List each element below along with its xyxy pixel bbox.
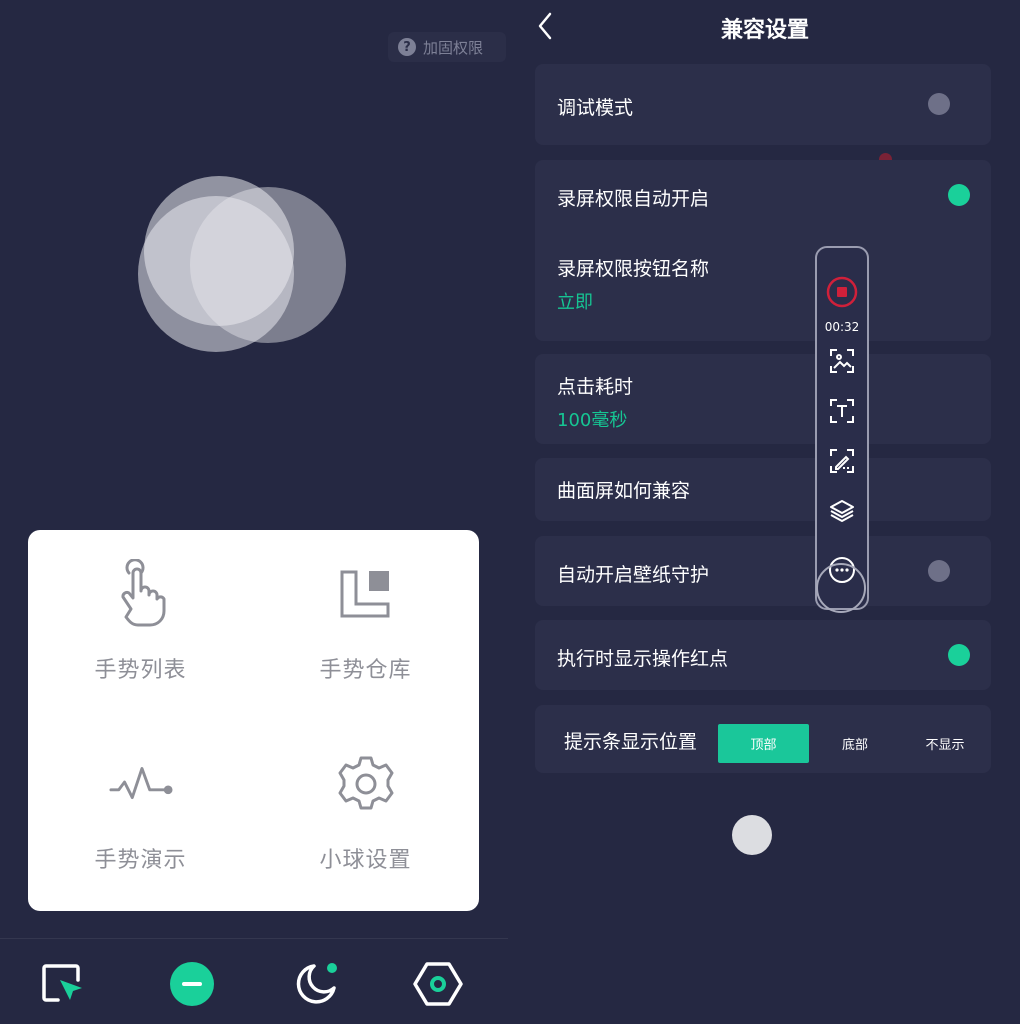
tab-settings[interactable] xyxy=(410,956,466,1012)
wallpaper-guard-label: 自动开启壁纸守护 xyxy=(557,564,710,586)
screen-record-group: 录屏权限自动开启 录屏权限按钮名称 立即 xyxy=(535,160,991,341)
show-red-dot-row[interactable]: 执行时显示操作红点 xyxy=(535,620,991,690)
stop-record-icon xyxy=(826,276,858,308)
screen-record-button-name-value: 立即 xyxy=(557,292,593,313)
hint-option-bottom[interactable]: 底部 xyxy=(811,724,899,763)
menu-gesture-list-label: 手势列表 xyxy=(94,658,187,683)
menu-ball-settings[interactable]: 小球设置 xyxy=(253,720,478,910)
edit-scan-icon xyxy=(830,449,854,473)
gear-icon xyxy=(334,748,398,820)
screen-record-button-name-row[interactable]: 录屏权限按钮名称 立即 xyxy=(535,240,991,330)
hint-bar-position-label: 提示条显示位置 xyxy=(564,731,698,753)
layers-icon xyxy=(830,500,854,522)
minus-circle-icon xyxy=(170,962,214,1006)
layers-button[interactable] xyxy=(817,498,867,524)
screen-record-auto-row[interactable]: 录屏权限自动开启 xyxy=(535,160,991,230)
hexagon-icon xyxy=(413,962,463,1006)
debug-mode-row[interactable]: 调试模式 xyxy=(535,64,991,145)
feature-menu-card: 手势列表 手势仓库 手势演示 小球设置 xyxy=(28,530,479,911)
tab-ball[interactable] xyxy=(164,956,220,1012)
click-duration-label: 点击耗时 xyxy=(557,376,634,398)
tap-hand-icon xyxy=(109,558,173,630)
click-duration-row[interactable]: 点击耗时 100毫秒 xyxy=(535,354,991,444)
show-red-dot-toggle[interactable] xyxy=(948,644,970,666)
wallpaper-guard-toggle[interactable] xyxy=(928,560,950,582)
floating-ball[interactable] xyxy=(732,815,772,855)
screen-record-auto-toggle[interactable] xyxy=(948,184,970,206)
menu-gesture-list[interactable]: 手势列表 xyxy=(28,530,253,720)
text-scan-icon xyxy=(830,399,854,423)
tab-night[interactable] xyxy=(288,956,344,1012)
menu-gesture-warehouse[interactable]: 手势仓库 xyxy=(253,530,478,720)
image-scan-button[interactable] xyxy=(817,348,867,374)
hint-option-hidden[interactable]: 不显示 xyxy=(901,724,989,763)
ball-circle-top xyxy=(144,176,294,326)
page-title: 兼容设置 xyxy=(720,18,809,43)
tab-gestures[interactable] xyxy=(34,956,90,1012)
pointer-square-icon xyxy=(42,964,82,1002)
warehouse-icon xyxy=(334,558,398,630)
menu-ball-settings-label: 小球设置 xyxy=(319,848,412,873)
reinforce-permission-label: 加固权限 xyxy=(423,38,484,57)
text-scan-button[interactable] xyxy=(817,398,867,424)
moon-icon xyxy=(296,963,337,1004)
hint-bar-position-row: 提示条显示位置 顶部 底部 不显示 xyxy=(535,705,991,773)
image-scan-icon xyxy=(830,349,854,373)
curved-screen-label: 曲面屏如何兼容 xyxy=(557,480,691,502)
menu-gesture-demo-label: 手势演示 xyxy=(94,848,187,873)
pulse-wave-icon xyxy=(108,748,173,820)
edit-scan-button[interactable] xyxy=(817,448,867,474)
reinforce-permission-button[interactable]: ? 加固权限 xyxy=(388,32,506,62)
compat-settings-panel: 兼容设置 调试模式 录屏权限自动开启 录屏权限按钮名称 立即 点击耗时 100毫… xyxy=(510,0,1020,1024)
tabbar-divider xyxy=(0,938,508,939)
menu-gesture-demo[interactable]: 手势演示 xyxy=(28,720,253,910)
touch-indicator-ring xyxy=(816,563,866,613)
hint-option-top[interactable]: 顶部 xyxy=(718,724,809,763)
help-icon: ? xyxy=(398,38,416,56)
curved-screen-row[interactable]: 曲面屏如何兼容 xyxy=(535,458,991,521)
wallpaper-guard-row[interactable]: 自动开启壁纸守护 xyxy=(535,536,991,606)
floating-record-toolbar: 00:32 xyxy=(815,246,869,610)
show-red-dot-label: 执行时显示操作红点 xyxy=(557,648,729,670)
click-duration-value: 100毫秒 xyxy=(557,410,628,431)
debug-mode-toggle[interactable] xyxy=(928,93,950,115)
menu-gesture-warehouse-label: 手势仓库 xyxy=(319,658,412,683)
record-timer: 00:32 xyxy=(824,320,860,334)
gesture-home-panel: ? 加固权限 手势列表 手势仓库 手势演示 小球设置 xyxy=(0,0,508,1024)
screen-record-auto-label: 录屏权限自动开启 xyxy=(557,188,710,210)
floating-ball-preview[interactable] xyxy=(130,170,360,360)
stop-record-button[interactable] xyxy=(817,276,867,308)
debug-mode-label: 调试模式 xyxy=(557,97,634,119)
screen-record-button-name-label: 录屏权限按钮名称 xyxy=(557,258,710,280)
